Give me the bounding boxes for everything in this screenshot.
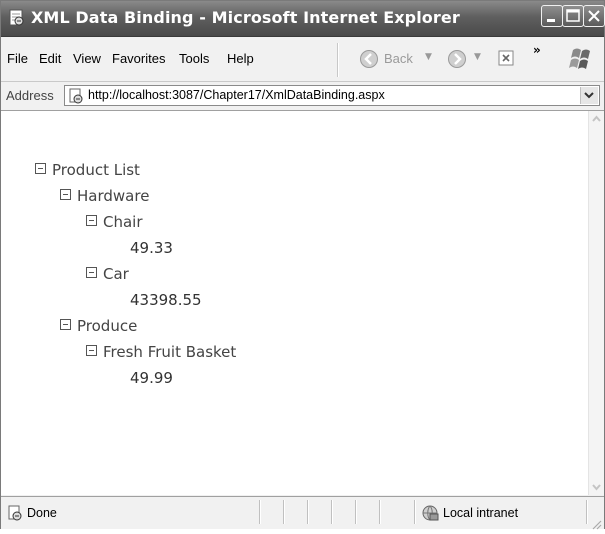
tree-root-node[interactable]: Product List <box>35 161 140 179</box>
maximize-button[interactable] <box>562 5 584 27</box>
back-arrow-icon[interactable] <box>359 49 379 69</box>
windows-flag-icon <box>563 41 599 77</box>
menu-bar: File Edit View Favorites Tools Help Back… <box>1 37 604 82</box>
tree-price-leaf[interactable]: 49.99 <box>130 369 173 387</box>
tree-node-label[interactable]: Chair <box>103 213 143 231</box>
page-done-icon <box>7 505 23 521</box>
status-divider <box>283 500 285 524</box>
scroll-down-icon[interactable] <box>589 479 604 495</box>
back-dropdown-icon[interactable]: ▼ <box>425 52 432 62</box>
menu-favorites[interactable]: Favorites <box>112 51 165 66</box>
minimize-button[interactable] <box>541 5 563 27</box>
collapse-icon[interactable] <box>60 319 71 330</box>
tree-node-label[interactable]: Car <box>103 265 129 283</box>
status-divider <box>307 500 309 524</box>
tree-node-label[interactable]: Fresh Fruit Basket <box>103 343 236 361</box>
menu-edit[interactable]: Edit <box>39 51 61 66</box>
address-url[interactable]: http://localhost:3087/Chapter17/XmlDataB… <box>88 88 385 102</box>
tree-price-leaf[interactable]: 43398.55 <box>130 291 202 309</box>
tree-node-label[interactable]: Product List <box>52 161 140 179</box>
window-title: XML Data Binding - Microsoft Internet Ex… <box>31 8 460 27</box>
tree-node-label[interactable]: Hardware <box>77 187 149 205</box>
forward-arrow-icon[interactable] <box>447 49 467 69</box>
address-bar: Address http://localhost:3087/Chapter17/… <box>1 82 604 111</box>
status-divider <box>379 500 381 524</box>
menu-separator <box>337 43 339 77</box>
status-divider <box>331 500 333 524</box>
menu-help[interactable]: Help <box>227 51 254 66</box>
browser-window: XML Data Binding - Microsoft Internet Ex… <box>0 0 605 530</box>
tree-price-leaf[interactable]: 49.33 <box>130 239 173 257</box>
tree-product-node[interactable]: Fresh Fruit Basket <box>86 343 236 361</box>
tree-category-node[interactable]: Hardware <box>60 187 149 205</box>
address-dropdown-icon[interactable] <box>580 87 598 104</box>
collapse-icon[interactable] <box>86 267 97 278</box>
menu-tools[interactable]: Tools <box>179 51 209 66</box>
address-label: Address <box>6 88 54 103</box>
status-divider <box>586 500 588 524</box>
forward-dropdown-icon[interactable]: ▼ <box>474 52 481 62</box>
status-divider <box>259 500 261 524</box>
ie-page-icon <box>8 9 26 27</box>
tree-product-node[interactable]: Chair <box>86 213 143 231</box>
intranet-icon <box>421 504 439 522</box>
tree-product-node[interactable]: Car <box>86 265 129 283</box>
menu-view[interactable]: View <box>73 51 101 66</box>
tree-category-node[interactable]: Produce <box>60 317 137 335</box>
toolbar-overflow-icon[interactable]: » <box>533 43 541 57</box>
status-divider <box>414 500 416 524</box>
page-icon <box>68 88 84 104</box>
collapse-icon[interactable] <box>86 345 97 356</box>
title-bar[interactable]: XML Data Binding - Microsoft Internet Ex… <box>1 1 605 37</box>
status-divider <box>355 500 357 524</box>
collapse-icon[interactable] <box>35 163 46 174</box>
back-button-label[interactable]: Back <box>384 51 413 66</box>
status-text: Done <box>27 506 57 520</box>
security-zone-label: Local intranet <box>443 506 519 520</box>
address-input[interactable]: http://localhost:3087/Chapter17/XmlDataB… <box>64 85 600 106</box>
collapse-icon[interactable] <box>60 189 71 200</box>
close-button[interactable] <box>583 5 605 27</box>
menu-file[interactable]: File <box>7 51 28 66</box>
stop-icon[interactable] <box>498 50 514 66</box>
collapse-icon[interactable] <box>86 215 97 226</box>
scroll-up-icon[interactable] <box>589 111 604 127</box>
status-bar: Done Local intranet <box>1 496 604 530</box>
resize-grip-icon[interactable] <box>590 515 602 530</box>
vertical-scrollbar[interactable] <box>588 111 604 495</box>
tree-node-label[interactable]: Produce <box>77 317 137 335</box>
page-content: Product List Hardware Chair 49.33 Car 43… <box>1 111 588 495</box>
